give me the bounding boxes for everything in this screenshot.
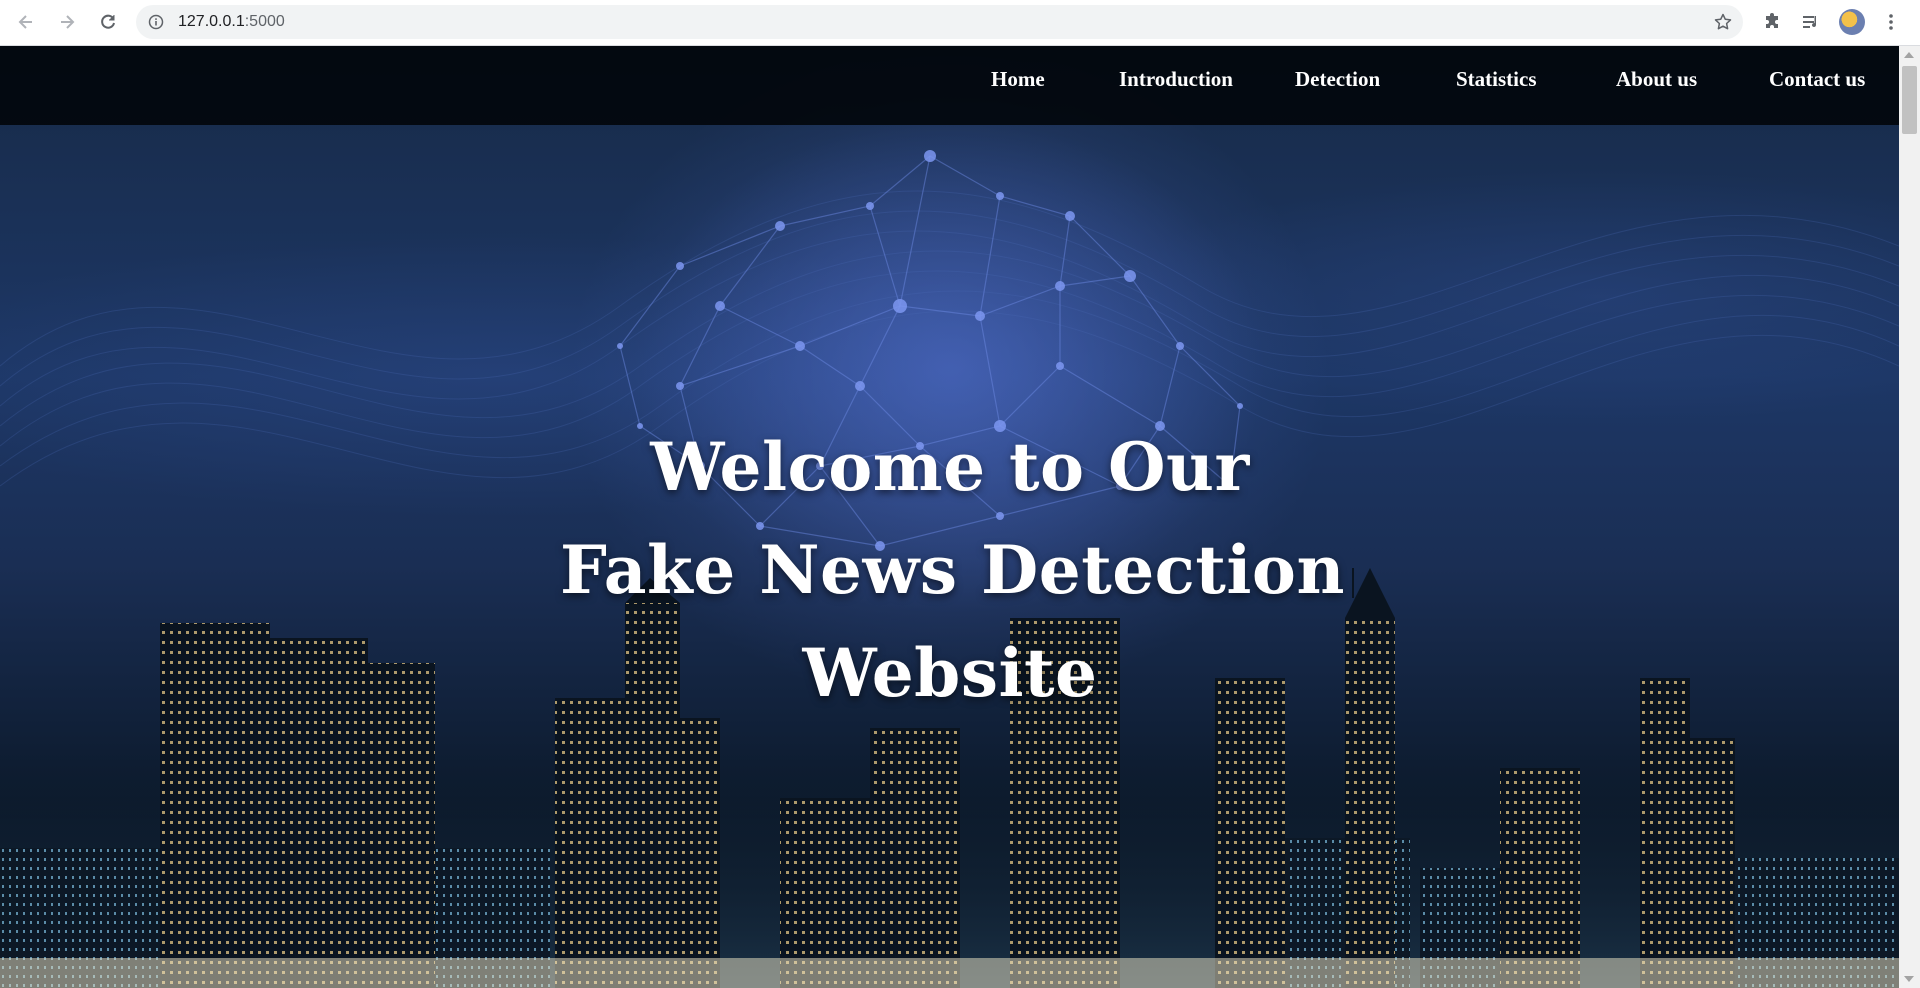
- reload-icon: [101, 14, 115, 29]
- nav-about-us[interactable]: About us: [1616, 67, 1697, 92]
- forward-arrow-icon: [61, 15, 75, 29]
- nav-contact-us[interactable]: Contact us: [1769, 67, 1865, 92]
- hero-line-1: Welcome to Our: [650, 428, 1250, 506]
- site-info-icon[interactable]: [148, 14, 164, 30]
- page-viewport: Home Introduction Detection Statistics A…: [0, 46, 1899, 988]
- nav-statistics[interactable]: Statistics: [1456, 67, 1537, 92]
- scroll-up-arrow-icon[interactable]: [1904, 52, 1914, 58]
- hero-line-3: Website: [802, 634, 1098, 712]
- scrollbar-thumb[interactable]: [1902, 66, 1917, 134]
- reading-list-icon[interactable]: [1800, 11, 1822, 33]
- nav-introduction[interactable]: Introduction: [1119, 67, 1233, 92]
- profile-avatar[interactable]: [1839, 9, 1865, 35]
- hero-heading: Welcome to Our Fake News Detection Websi…: [560, 416, 1345, 725]
- nav-detection[interactable]: Detection: [1295, 67, 1380, 92]
- scroll-down-arrow-icon[interactable]: [1904, 976, 1914, 982]
- page-scrollbar[interactable]: [1899, 46, 1920, 988]
- back-arrow-icon: [18, 15, 32, 29]
- extensions-icon[interactable]: [1761, 11, 1783, 33]
- back-button[interactable]: [14, 10, 38, 34]
- bookmark-star-icon[interactable]: [1713, 12, 1733, 32]
- hero-line-2: Fake News Detection: [560, 531, 1345, 609]
- url-host: 127.0.0.1: [178, 13, 245, 30]
- top-navigation-bar: Home Introduction Detection Statistics A…: [0, 46, 1899, 125]
- more-menu-icon[interactable]: [1880, 11, 1902, 33]
- forward-button[interactable]: [55, 10, 79, 34]
- url-text[interactable]: 127.0.0.1:5000: [178, 13, 285, 31]
- nav-home[interactable]: Home: [991, 67, 1045, 92]
- address-bar[interactable]: 127.0.0.1:5000: [136, 5, 1743, 39]
- url-port: :5000: [244, 13, 285, 30]
- reload-button[interactable]: [96, 10, 120, 34]
- browser-toolbar: 127.0.0.1:5000: [0, 0, 1920, 46]
